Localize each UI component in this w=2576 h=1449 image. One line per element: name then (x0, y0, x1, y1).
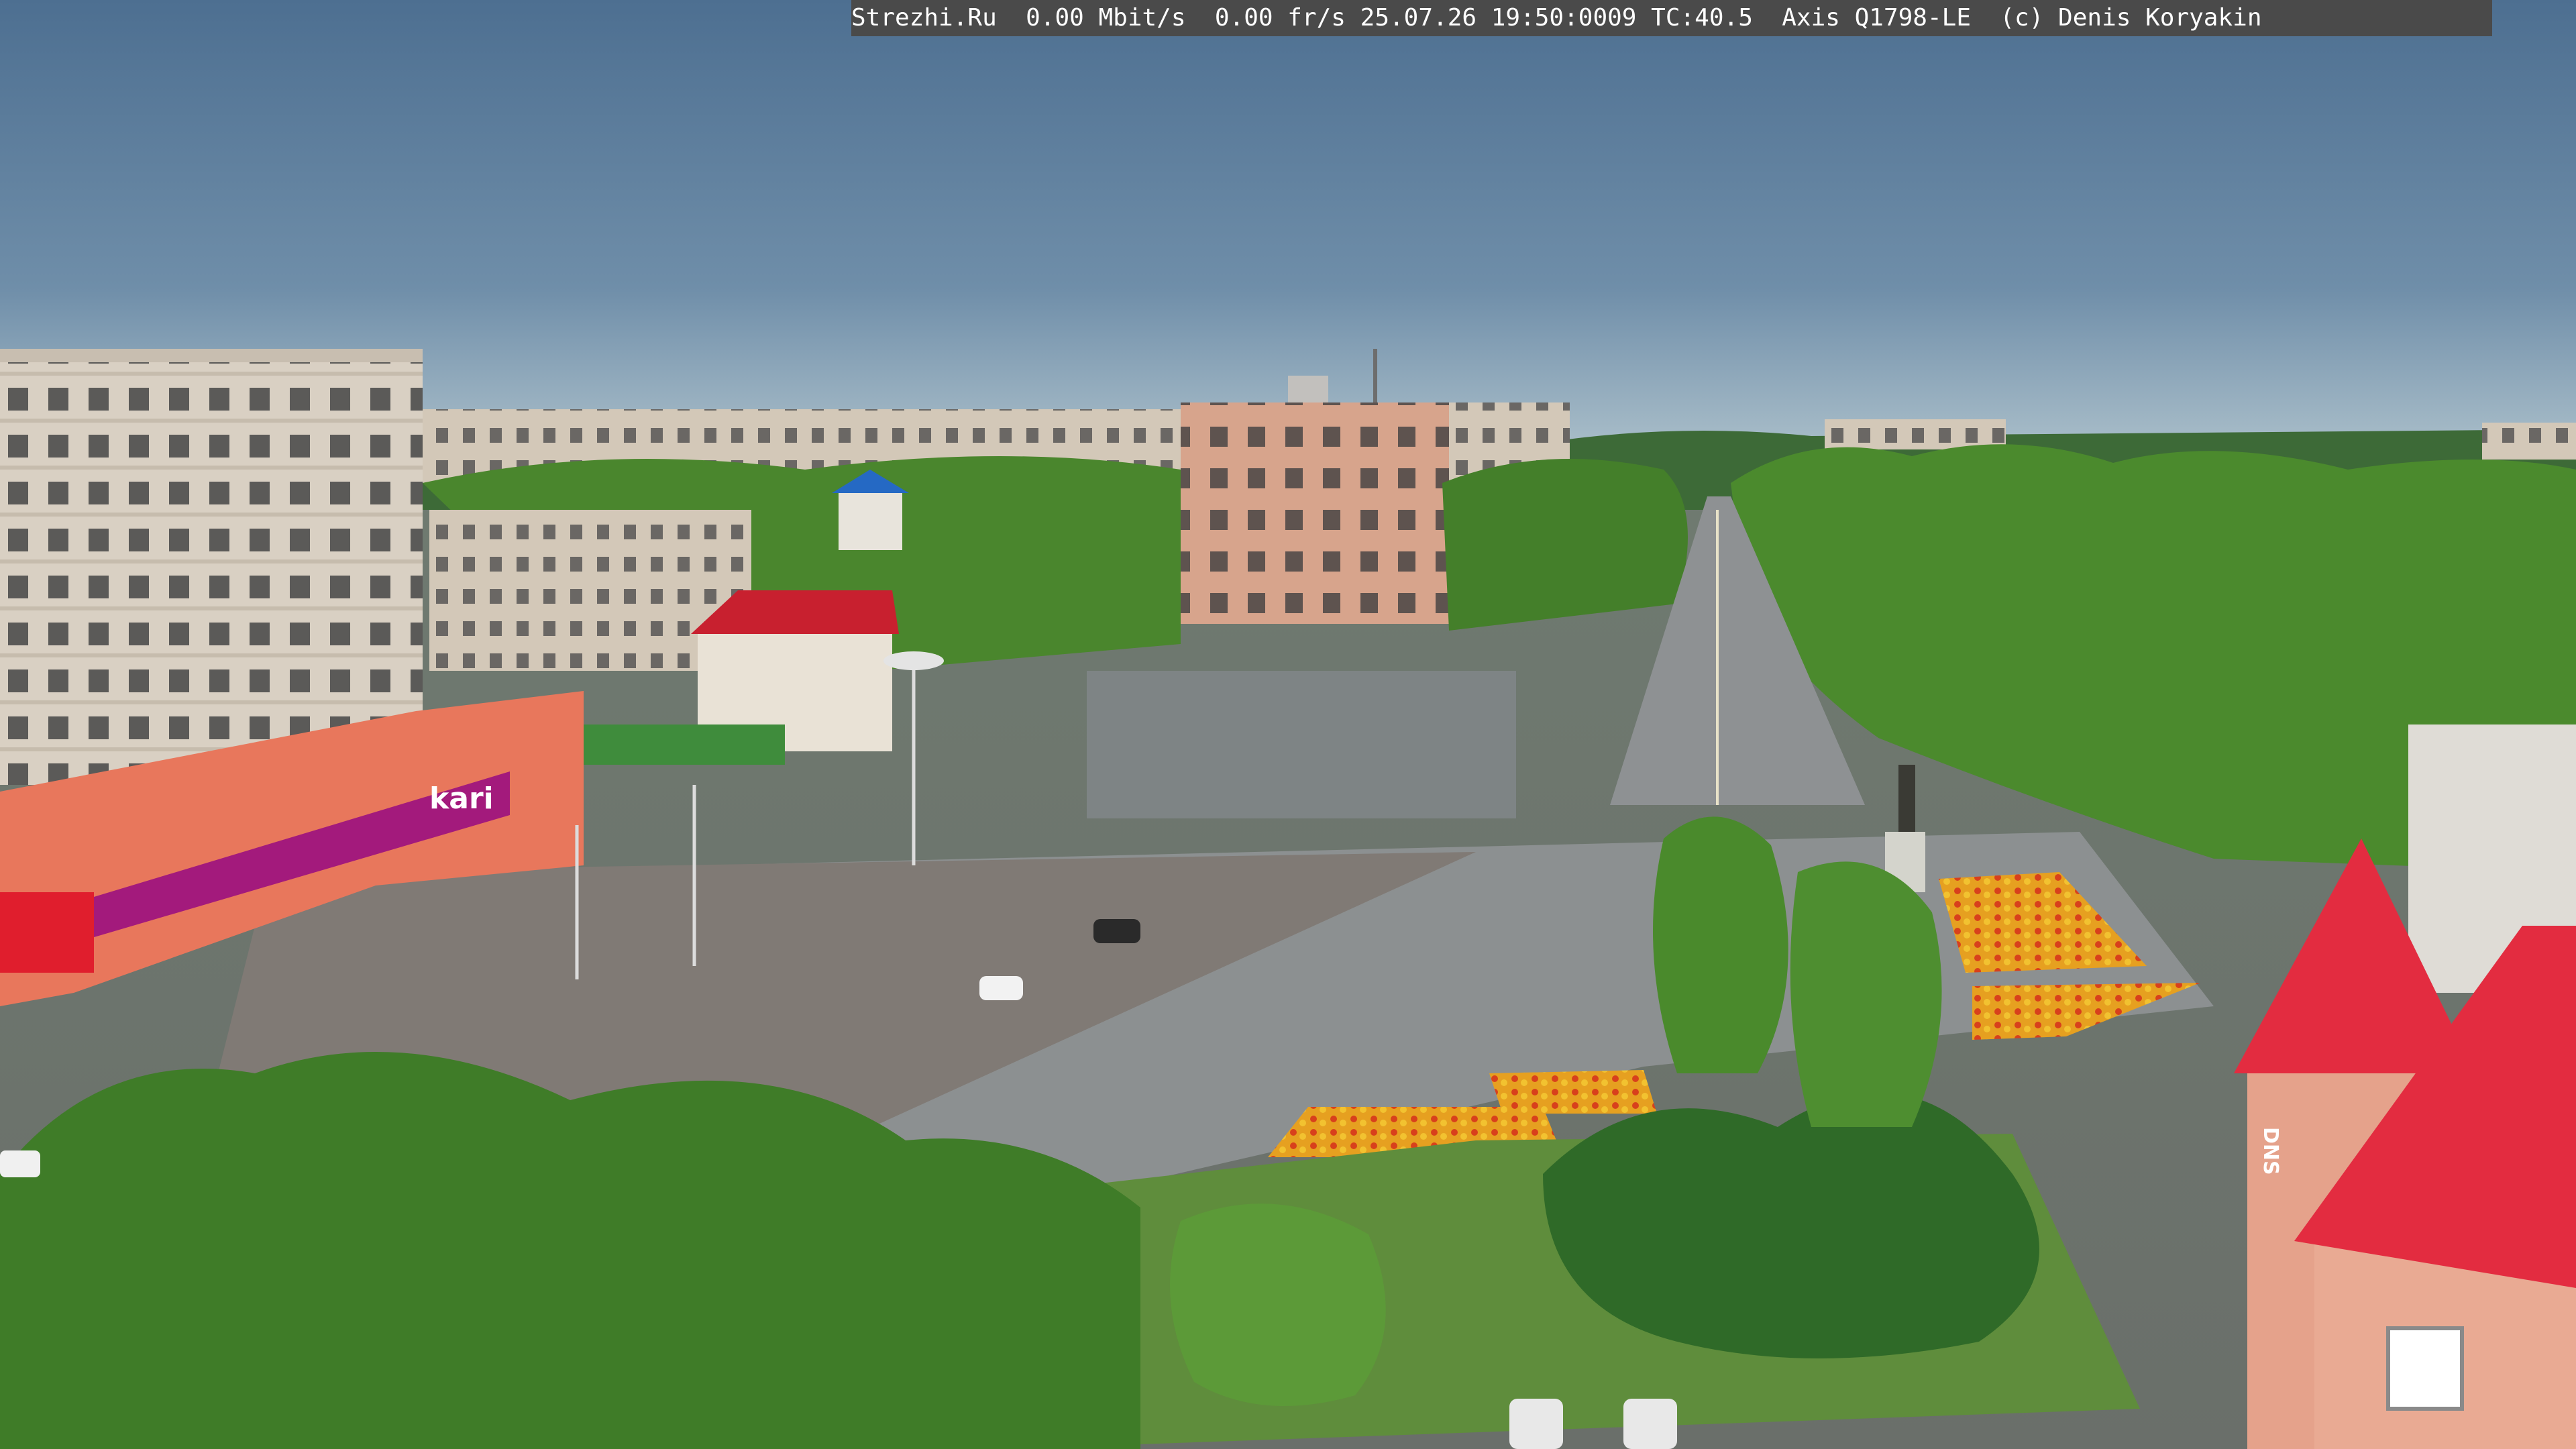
overlay-site: Strezhi.Ru (851, 4, 997, 32)
central-forest (1442, 459, 1688, 631)
dns-tower-sign: DNS (2259, 1127, 2282, 1175)
kari-store-sign: kari (429, 782, 494, 816)
overlay-tc: TC:40.5 (1651, 4, 1753, 32)
overlay-bitrate: 0.00 Mbit/s (1026, 4, 1186, 32)
left-apartment-block (0, 349, 423, 785)
city-webcam-scene: kari DNS (0, 0, 2576, 1449)
overlay-copyright: (c) Denis Koryakin (2000, 4, 2262, 32)
plaza (1087, 671, 1516, 818)
camera-info-overlay: Strezhi.Ru 0.00 Mbit/s 0.00 fr/s 25.07.2… (851, 0, 2492, 36)
large-lamp-head (883, 651, 944, 670)
overlay-camera: Axis Q1798-LE (1782, 4, 1971, 32)
overlay-framerate: 0.00 fr/s (1214, 4, 1346, 32)
overlay-datetime: 25.07.26 19:50:0009 (1360, 4, 1637, 32)
